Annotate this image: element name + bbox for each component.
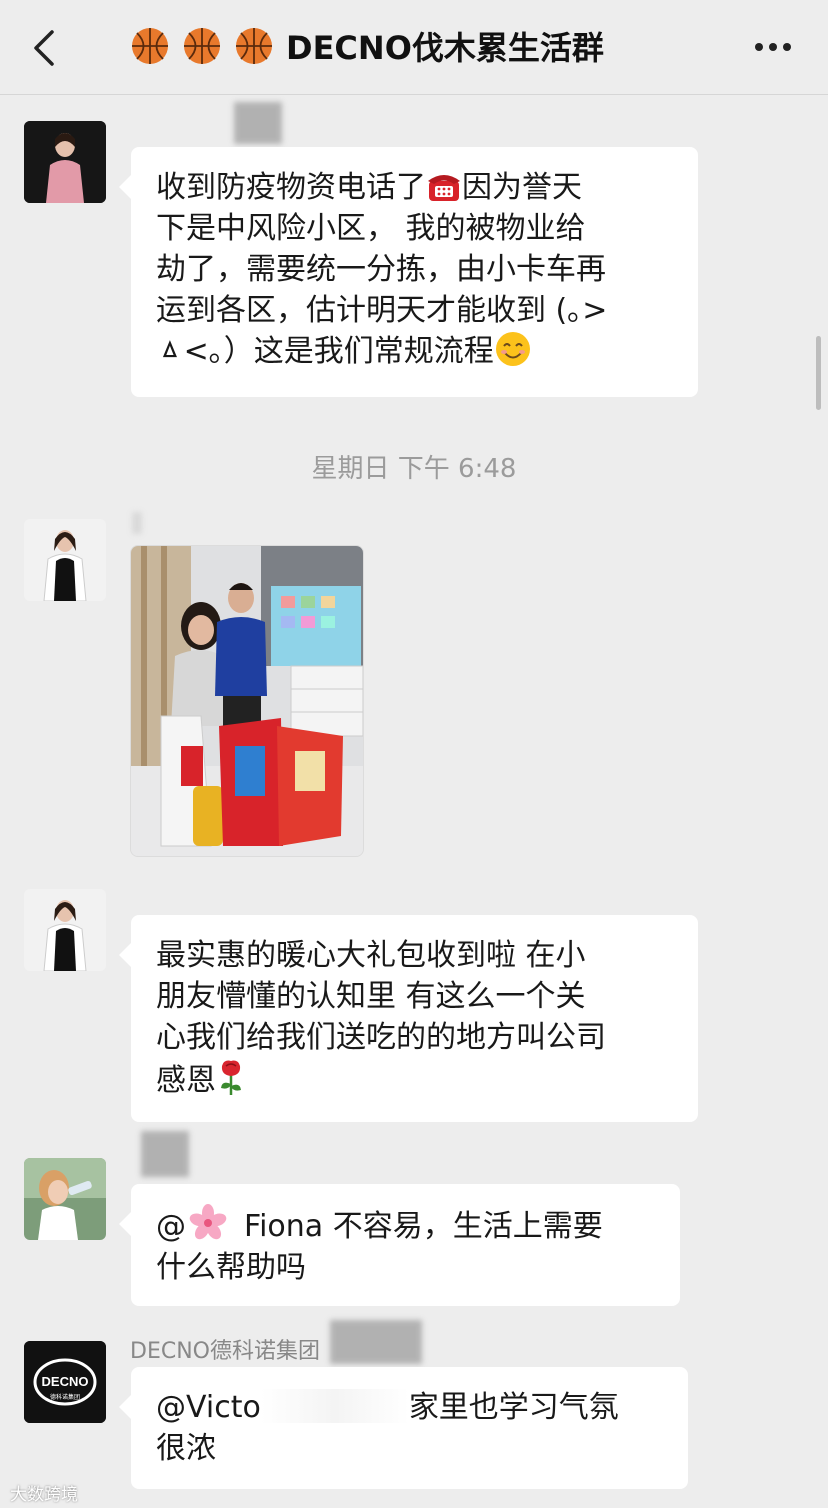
avatar[interactable]	[24, 1158, 106, 1240]
message-text: ㅿ<｡）这是我们常规流程	[156, 334, 494, 369]
blurred-nickname	[330, 1320, 422, 1364]
message-text: 劫了，需要统一分拣，由小卡车再	[156, 252, 606, 287]
avatar-decno-logo[interactable]: DECNO 德科诺集团	[24, 1341, 106, 1423]
basketball-emoji-icon	[236, 28, 272, 64]
watermark: 大数跨境	[10, 1485, 78, 1505]
chat-title: DECNO伐木累生活群	[130, 22, 630, 74]
mention-text: @Victo	[156, 1390, 261, 1425]
avatar[interactable]	[24, 519, 106, 601]
message-text: 收到防疫物资电话了	[156, 170, 426, 205]
message-bubble[interactable]: @Victo 家里也学习气氛 很浓	[119, 1367, 688, 1489]
photo-image	[131, 546, 363, 856]
message-text: 心我们给我们送吃的的地方叫公司	[156, 1020, 606, 1055]
message-text: 因为誉天	[462, 170, 582, 205]
scrollbar[interactable]	[816, 336, 821, 410]
photo-family-with-gifts[interactable]	[130, 545, 364, 857]
avatar-woman-black-dress-icon	[24, 519, 106, 601]
avatar-woman-black-dress-icon	[24, 889, 106, 971]
blurred-nickname	[132, 512, 142, 534]
smiling-face-emoji-icon	[495, 332, 530, 366]
chat-title-text: DECNO伐木累生活群	[286, 29, 604, 67]
avatar[interactable]	[24, 121, 106, 203]
blurred-nickname	[234, 102, 282, 144]
timestamp: 星期日 下午 6:48	[311, 454, 517, 484]
message-text: 朋友懵懂的认知里 有这么一个关	[156, 979, 586, 1014]
message-bubble[interactable]: 最实惠的暖心大礼包收到啦 在小 朋友懵懂的认知里 有这么一个关 心我们给我们送吃…	[119, 915, 698, 1122]
mention-text: @	[156, 1209, 186, 1244]
message-text: Fiona 不容易，生活上需要	[244, 1209, 603, 1244]
message-text: 运到各区，估计明天才能收到 (｡>	[156, 293, 608, 328]
back-arrow-icon[interactable]	[30, 28, 60, 68]
logo-brand: DECNO	[42, 1374, 89, 1389]
message-text: 最实惠的暖心大礼包收到啦 在小	[156, 938, 586, 973]
redacted-text	[260, 1389, 409, 1423]
telephone-emoji-icon	[428, 175, 460, 201]
rose-emoji-icon	[221, 1060, 241, 1095]
message-text: 感恩	[156, 1063, 216, 1098]
message-text: 家里也学习气氛	[408, 1390, 619, 1425]
cherry-blossom-emoji-icon	[189, 1204, 227, 1240]
avatar-woman-pink-icon	[24, 121, 106, 203]
message-bubble[interactable]: 收到防疫物资电话了 因为誉天 下是中风险小区， 我的被物业给 劫了，需要统一分拣…	[119, 147, 698, 397]
avatar-woman-drinking-icon	[24, 1158, 106, 1240]
more-options-icon[interactable]	[752, 32, 794, 62]
chat-header: DECNO伐木累生活群	[0, 0, 828, 95]
basketball-emoji-icon	[132, 28, 168, 64]
message-text: 下是中风险小区， 我的被物业给	[156, 211, 586, 246]
sender-nickname: DECNO德科诺集团	[130, 1339, 320, 1364]
message-text: 什么帮助吗	[156, 1250, 306, 1285]
basketball-emoji-icon	[184, 28, 220, 64]
logo-sub: 德科诺集团	[50, 1393, 80, 1401]
decno-logo-icon: DECNO 德科诺集团	[24, 1341, 106, 1423]
message-text: 很浓	[156, 1431, 216, 1466]
message-bubble[interactable]: @ Fiona 不容易，生活上需要 什么帮助吗	[119, 1184, 680, 1306]
avatar[interactable]	[24, 889, 106, 971]
blurred-nickname	[141, 1131, 189, 1177]
